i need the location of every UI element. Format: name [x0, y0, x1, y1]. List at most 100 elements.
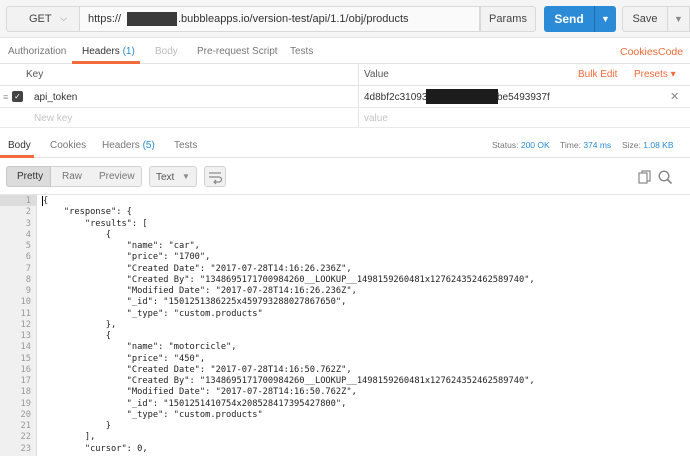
search-icon[interactable] [657, 169, 673, 185]
code-line: { [43, 331, 111, 341]
response-body-editor[interactable]: 1 {2 "response": { 3 "results": [ 4 {5 "nam… [0, 194, 690, 456]
code-line: "price": "450", [43, 353, 206, 364]
save-dropdown-button[interactable]: ▼ [668, 6, 690, 32]
redacted-block [127, 12, 177, 26]
wrap-lines-icon [209, 172, 223, 185]
presets-dropdown[interactable]: Presets ▾ [634, 69, 676, 80]
preview-button[interactable]: Preview [99, 171, 135, 182]
new-key-input[interactable]: New key [34, 113, 72, 124]
save-button[interactable]: Save [622, 6, 668, 32]
time-label: Time: [560, 140, 581, 150]
value-column-header: Value [364, 69, 389, 80]
header-row [0, 86, 690, 108]
active-tab-indicator [0, 155, 34, 158]
size-info: Size: 1.08 KB [622, 140, 674, 150]
size-label: Size: [622, 140, 641, 150]
code-line: "Created Date": "2017-07-28T14:16:50.762… [43, 364, 352, 375]
line-number: 2 [25, 207, 31, 218]
tab-tests[interactable]: Tests [290, 46, 313, 57]
code-line: "Modified Date": "2017-07-28T14:16:50.76… [43, 387, 357, 398]
line-number: 10 [20, 297, 31, 308]
code-line: "name": "motorcicle", [43, 342, 237, 353]
cookies-link[interactable]: Cookies [620, 46, 658, 58]
line-number: 20 [20, 409, 31, 420]
code-line: "_id": "1501251386225x459793288027867650… [43, 297, 347, 308]
chevron-down-icon: ▼ [601, 14, 610, 24]
bulk-edit-link[interactable]: Bulk Edit [578, 69, 617, 80]
response-headers-count: (5) [142, 140, 155, 151]
code-line: "Modified Date": "2017-07-28T14:16:26.23… [43, 286, 357, 296]
response-tab-headers[interactable]: Headers (5) [102, 140, 155, 151]
copy-icon[interactable] [637, 169, 653, 185]
line-number: 3 [25, 218, 31, 229]
line-number: 8 [25, 274, 31, 285]
send-dropdown-button[interactable]: ▼ [594, 6, 616, 32]
code-line: "response": { [43, 207, 132, 218]
tab-body[interactable]: Body [155, 46, 178, 57]
code-link[interactable]: Code [658, 46, 683, 58]
code-line: }, [43, 319, 117, 330]
raw-button[interactable]: Raw [62, 171, 82, 182]
send-button[interactable]: Send [544, 6, 594, 32]
code-line: { [43, 229, 111, 240]
header-enabled-checkbox[interactable]: ✓ [12, 91, 23, 102]
headers-count-badge: (1) [122, 46, 135, 57]
chevron-down-icon: ▼ [182, 172, 190, 181]
header-value-suffix: be5493937f [497, 92, 550, 103]
line-number: 11 [20, 308, 31, 319]
pretty-label: Pretty [17, 171, 44, 182]
status-value: 200 OK [520, 140, 550, 150]
code-line: "results": [ [43, 218, 148, 229]
line-number: 9 [25, 286, 31, 296]
header-value-input[interactable]: 4d8bf2c31093C [364, 92, 435, 103]
method-select[interactable]: GET ⌵ [6, 6, 80, 32]
line-number: 1 [25, 196, 31, 206]
response-tab-cookies[interactable]: Cookies [50, 140, 86, 151]
response-tab-body[interactable]: Body [8, 140, 31, 151]
line-number: 4 [25, 229, 31, 240]
line-number: 6 [25, 252, 31, 263]
code-line: "price": "1700", [43, 252, 211, 263]
line-number: 5 [25, 241, 31, 251]
code-line: "_id": "1501251410754x208528417395427800… [43, 398, 347, 409]
line-number: 16 [20, 364, 31, 375]
line-number: 13 [20, 331, 31, 341]
url-suffix: .bubbleapps.io/version-test/api/1.1/obj/… [178, 13, 409, 25]
params-button[interactable]: Params [480, 6, 536, 32]
code-line: "Created By": "1348695171700984260__LOOK… [43, 274, 535, 285]
tab-headers-label: Headers [82, 46, 120, 57]
line-number: 17 [20, 376, 31, 386]
response-type-select[interactable]: Text ▼ [149, 166, 197, 187]
time-info: Time: 374 ms [560, 140, 611, 150]
status-info: Status: 200 OK [492, 140, 550, 150]
tab-prerequest-script[interactable]: Pre-request Script [197, 46, 278, 57]
new-header-row [0, 108, 690, 128]
chevron-down-icon: ▼ [674, 14, 683, 24]
key-column-header: Key [26, 69, 44, 80]
response-tab-tests[interactable]: Tests [174, 140, 197, 151]
method-label: GET [29, 13, 52, 25]
request-bar: GET ⌵ https:// .bubbleapps.io/version-te… [0, 0, 690, 38]
size-value: 1.08 KB [643, 140, 674, 150]
line-number: 23 [20, 443, 31, 454]
code-line: "_type": "custom.products" [43, 308, 263, 319]
close-icon[interactable]: ✕ [670, 90, 679, 103]
code-line: } [43, 421, 111, 431]
url-prefix: https:// [88, 13, 122, 25]
url-input[interactable]: https:// .bubbleapps.io/version-test/api… [80, 6, 480, 32]
code-line: ], [43, 432, 96, 443]
code-line: "cursor": 0, [43, 443, 148, 454]
tab-headers[interactable]: Headers (1) [82, 46, 135, 57]
line-number: 15 [20, 353, 31, 364]
header-key-input[interactable]: api_token [34, 92, 77, 103]
wrap-lines-button[interactable] [204, 166, 226, 187]
response-tab-headers-label: Headers [102, 140, 140, 151]
code-line: "name": "car", [43, 241, 200, 251]
code-line: "Created Date": "2017-07-28T14:16:26.236… [43, 263, 352, 274]
drag-handle-icon[interactable]: ≡ [3, 92, 8, 102]
tab-authorization[interactable]: Authorization [8, 46, 66, 57]
code-line: "Created By": "1348695171700984260__LOOK… [43, 376, 535, 386]
line-number: 22 [20, 432, 31, 443]
new-value-input[interactable]: value [364, 113, 388, 124]
response-type-label: Text [156, 172, 175, 183]
